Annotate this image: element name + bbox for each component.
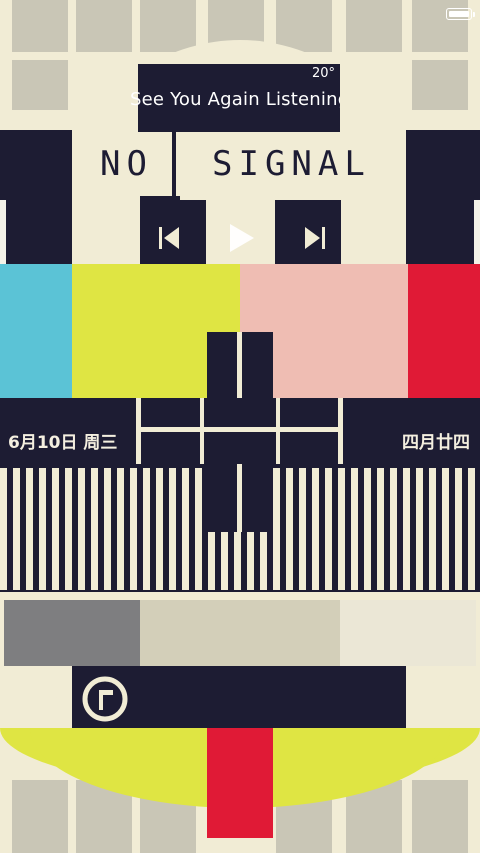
skip-previous-icon	[159, 227, 179, 249]
color-bar-red	[408, 264, 480, 398]
signal-text-left: NO	[100, 144, 153, 184]
lunar-date: 四月廿四	[402, 433, 470, 453]
left-side-block	[0, 130, 72, 264]
cross-divider-center-r	[276, 398, 280, 464]
bottom-red-bar	[207, 728, 273, 838]
solar-date: 6月10日 周三	[8, 433, 118, 453]
stripe-center-line	[237, 464, 242, 532]
song-ticker: See You Again Listening	[130, 89, 340, 110]
signal-text-right: SIGNAL	[212, 144, 371, 184]
unlock-ring-icon	[82, 676, 128, 722]
cross-line-h	[140, 427, 340, 432]
battery-icon	[446, 8, 475, 20]
prev-button[interactable]	[140, 200, 206, 264]
left-white-strip	[0, 200, 6, 264]
right-white-strip	[474, 200, 480, 264]
color-bar-cyan	[0, 264, 72, 398]
cross-divider-right	[338, 398, 343, 464]
play-icon	[230, 224, 254, 252]
cross-divider-left	[136, 398, 141, 464]
gray-bar-sand	[140, 600, 340, 666]
unlock-button[interactable]	[80, 674, 130, 724]
right-side-block	[406, 130, 480, 264]
weather-temperature: 20°	[312, 66, 336, 81]
play-button[interactable]	[216, 210, 266, 264]
skip-next-icon	[305, 227, 325, 249]
gray-bar-light	[340, 600, 476, 666]
gray-bar-dark	[4, 600, 140, 666]
connector-line	[172, 132, 176, 198]
next-button[interactable]	[275, 200, 341, 264]
cross-divider-center-l	[200, 398, 204, 464]
